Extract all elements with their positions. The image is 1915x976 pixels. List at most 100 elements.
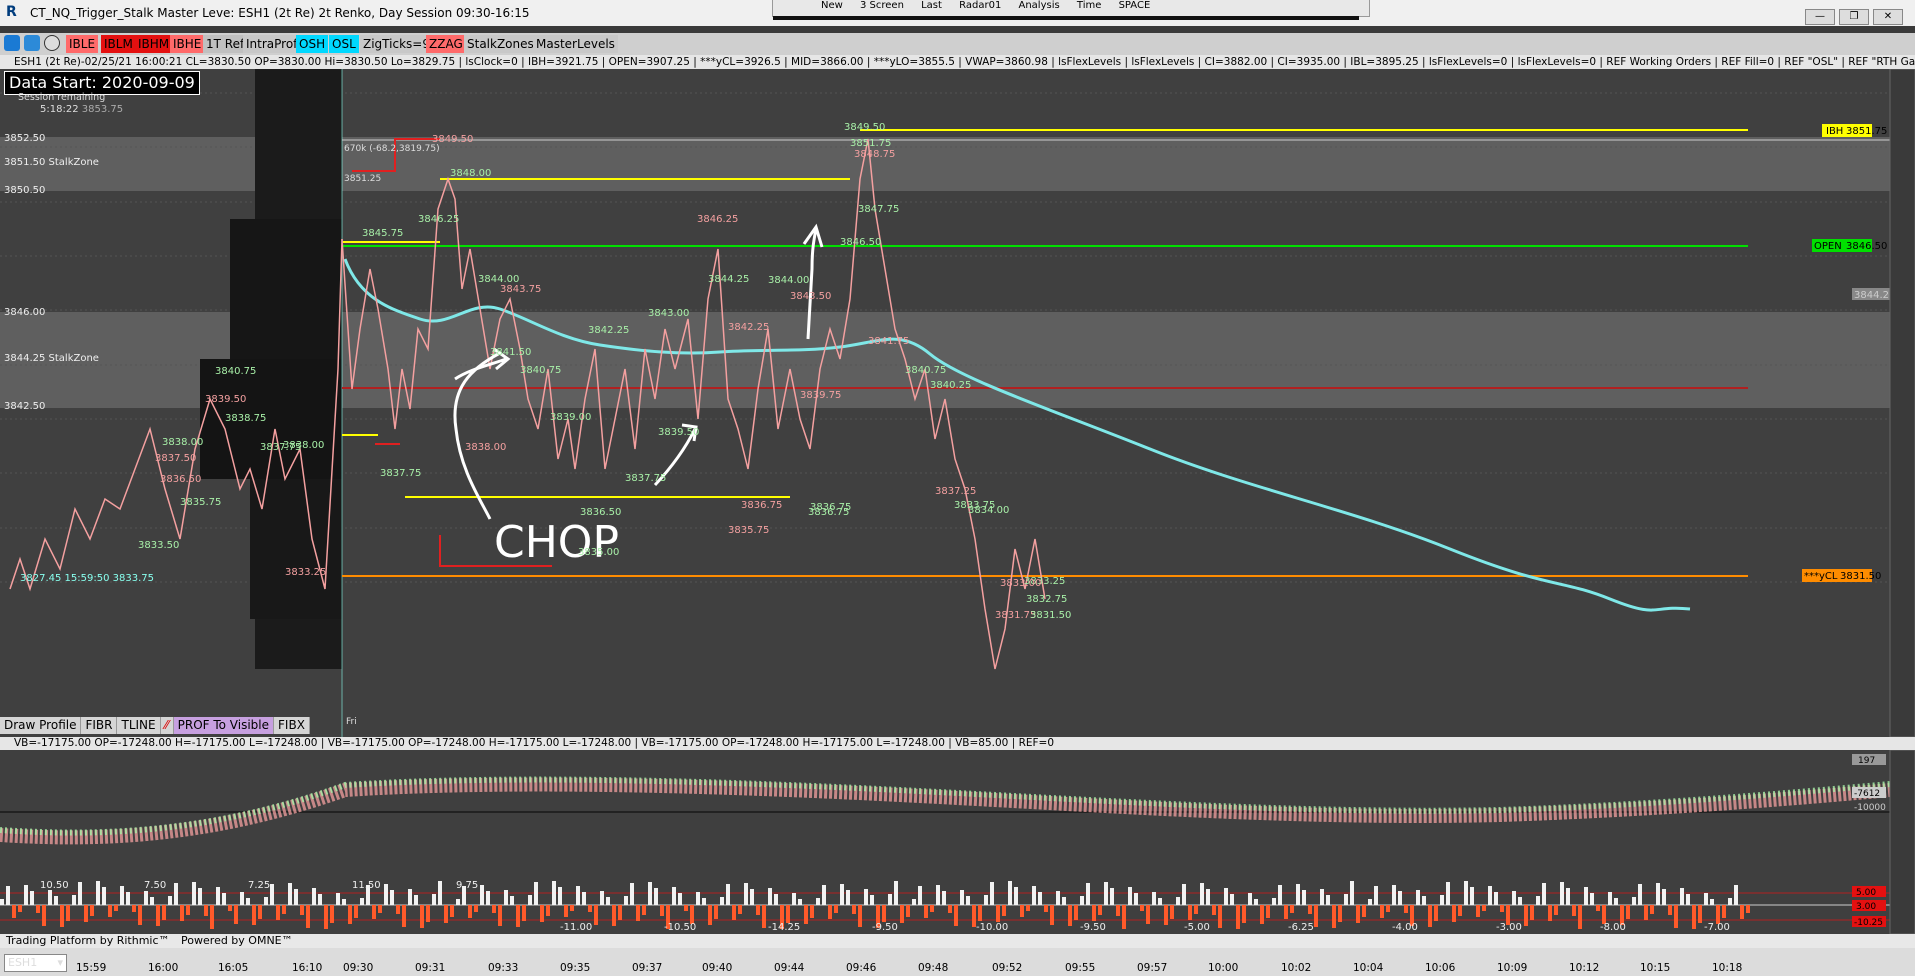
histogram-bar [1560, 882, 1564, 905]
ible-button[interactable]: IBLE [66, 35, 99, 53]
swing-price-label: 3831.50 [1030, 610, 1071, 621]
histogram-bar [720, 897, 724, 905]
histogram-bar [1512, 891, 1516, 905]
swing-price-label: 3848.00 [450, 168, 491, 179]
histogram-bar [1494, 892, 1498, 905]
histogram-bar [1386, 905, 1390, 912]
histogram-bar [1104, 882, 1108, 905]
floatbar-3screen[interactable]: 3 Screen [860, 0, 904, 11]
floatbar-radar[interactable]: Radar01 [959, 0, 1001, 11]
price-chart[interactable]: CHOP 670k (-68.2,3819.75) 3851.25 3851.7… [0, 68, 1915, 738]
histogram-bar [504, 890, 508, 905]
histogram-bar [66, 905, 70, 921]
histogram-value-label: -5.00 [1184, 922, 1210, 933]
swing-price-label: 3837.25 [935, 486, 976, 497]
draw-profile-button[interactable]: Draw Profile [0, 717, 82, 734]
swing-price-label: 3832.75 [1026, 594, 1067, 605]
swing-price-label: 3840.75 [520, 365, 561, 376]
swing-price-label: 3840.75 [905, 365, 946, 376]
clock-icon[interactable] [44, 35, 60, 51]
stalkzones-button[interactable]: StalkZones [464, 35, 537, 53]
histogram-bar [1260, 905, 1264, 924]
symbol-selector[interactable]: ESH1 ▾ [4, 954, 67, 972]
ibhe-button[interactable]: IBHE [170, 35, 205, 53]
lower-value-2: -7612 [1854, 789, 1880, 799]
fibx-button[interactable]: FIBX [274, 717, 310, 734]
histogram-bar [120, 886, 124, 905]
histogram-value-label: -9.50 [1080, 922, 1106, 933]
histogram-bar [1722, 905, 1726, 918]
ibhm-button[interactable]: IBHM [135, 35, 173, 53]
ref-1t-button[interactable]: 1T Ref [203, 35, 248, 53]
floatbar-space[interactable]: SPACE [1119, 0, 1151, 11]
histogram-bar [540, 905, 544, 922]
masterlevels-button[interactable]: MasterLevels [533, 35, 618, 53]
histogram-bar [546, 905, 550, 916]
rithmic-credit: Trading Platform by Rithmic™ [6, 934, 170, 947]
chop-label: CHOP [494, 517, 619, 568]
swing-price-label: 3837.75 [625, 473, 666, 484]
histogram-bar [330, 905, 334, 923]
zzag-button[interactable]: ZZAG [426, 35, 466, 53]
histogram-bar [264, 897, 268, 905]
zigticks-button[interactable]: ZigTicks=9 [360, 35, 433, 53]
histogram-bar [72, 895, 76, 905]
minimize-button[interactable]: — [1805, 9, 1835, 25]
close-button[interactable]: ✕ [1873, 9, 1903, 25]
histogram-bar [1092, 905, 1096, 921]
tline-button[interactable]: TLINE [117, 717, 161, 734]
histogram-bar [192, 882, 196, 905]
histogram-bar [1254, 899, 1258, 905]
hist-tag-3: -10.25 [1854, 918, 1883, 928]
histogram-bar [228, 905, 232, 911]
histogram-bar [1632, 897, 1636, 905]
histogram-bar [894, 881, 898, 905]
swing-price-label: 3839.75 [800, 390, 841, 401]
histogram-bar [234, 905, 238, 924]
osl-button[interactable]: OSL [329, 35, 359, 53]
histogram-bar [114, 905, 118, 911]
lower-indicator-panel[interactable]: 10.50 7.50 7.25 11.50 9.75 -11.00 -10.50 -14.25… [0, 749, 1915, 940]
histogram-bar [654, 888, 658, 905]
swing-price-label: 3846.25 [418, 214, 459, 225]
price-chart-canvas[interactable]: CHOP 670k (-68.2,3819.75) 3851.25 3851.7… [0, 68, 1915, 738]
lower-indicator-canvas[interactable]: 10.50 7.50 7.25 11.50 9.75 -11.00 -10.50 -14.25… [0, 749, 1915, 935]
link-icon[interactable] [4, 35, 20, 51]
histogram-bar [1080, 896, 1084, 905]
swing-price-label: 3838.00 [465, 442, 506, 453]
floatbar-time[interactable]: Time [1077, 0, 1101, 11]
histogram-bar [390, 890, 394, 905]
intraprof-button[interactable]: IntraProf [243, 35, 301, 53]
iblm-button[interactable]: IBLM [101, 35, 136, 53]
swing-price-label: 3839.50 [658, 427, 699, 438]
floatbar-analysis[interactable]: Analysis [1019, 0, 1060, 11]
histogram-bar [1026, 905, 1030, 911]
session-remaining-label: Session remaining [18, 92, 106, 103]
fibr-button[interactable]: FIBR [81, 717, 118, 734]
floatbar-new[interactable]: New [821, 0, 843, 11]
restore-button[interactable]: ❐ [1839, 9, 1869, 25]
histogram-bar [1416, 890, 1420, 905]
floatbar-last[interactable]: Last [921, 0, 942, 11]
histogram-bar [684, 905, 688, 911]
histogram-bar [774, 894, 778, 905]
line-tool-icon[interactable]: ⁄⁄ [161, 717, 174, 734]
histogram-bar [636, 905, 640, 921]
histogram-bar [960, 890, 964, 905]
histogram-bar [594, 905, 598, 925]
histogram-bar [492, 905, 496, 913]
histogram-bar [1746, 905, 1750, 913]
swing-price-label: 3838.75 [225, 413, 266, 424]
chart-settings-icon[interactable] [24, 35, 40, 51]
histogram-bar [744, 883, 748, 905]
histogram-bar [1614, 898, 1618, 905]
histogram-bar [882, 905, 886, 922]
swing-price-label: 3842.25 [728, 322, 769, 333]
swing-price-label: 3838.00 [162, 437, 203, 448]
swing-price-label: 3835.00 [578, 547, 619, 558]
histogram-bar [1470, 887, 1474, 905]
histogram-bar [1656, 883, 1660, 905]
prof-to-visible-button[interactable]: PROF To Visible [173, 717, 275, 734]
osh-button[interactable]: OSH [296, 35, 329, 53]
time-axis-label: 16:05 [218, 962, 249, 974]
